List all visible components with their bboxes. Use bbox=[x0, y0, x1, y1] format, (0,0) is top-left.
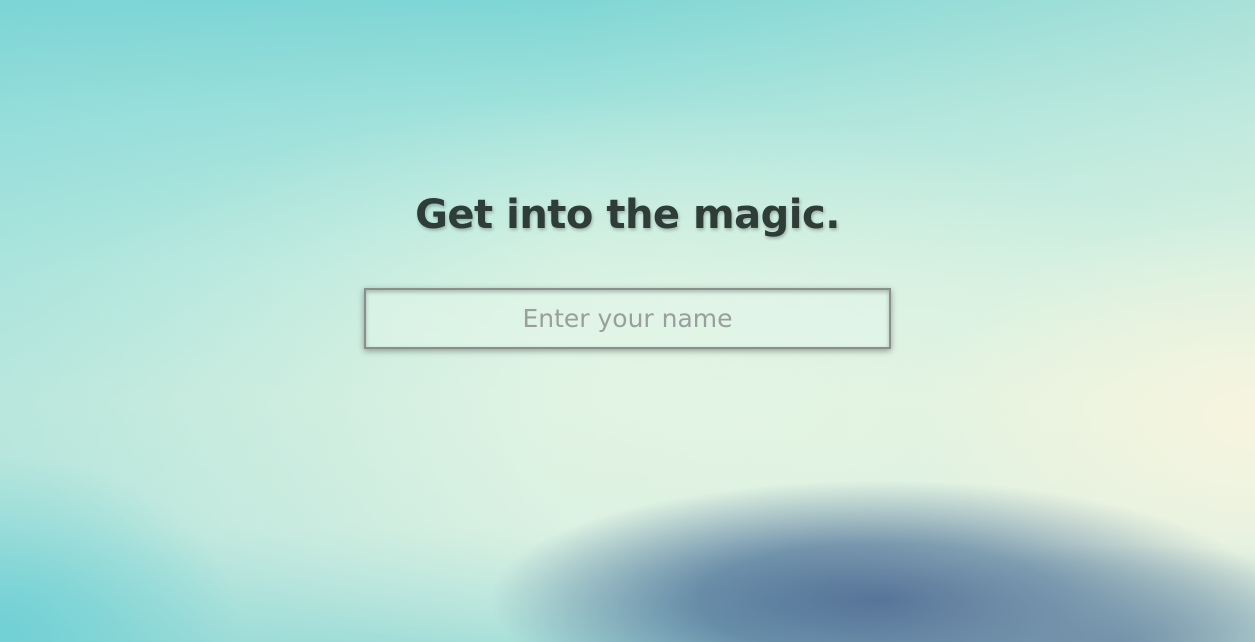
name-input[interactable] bbox=[364, 288, 891, 349]
page-headline: Get into the magic. bbox=[415, 192, 840, 238]
